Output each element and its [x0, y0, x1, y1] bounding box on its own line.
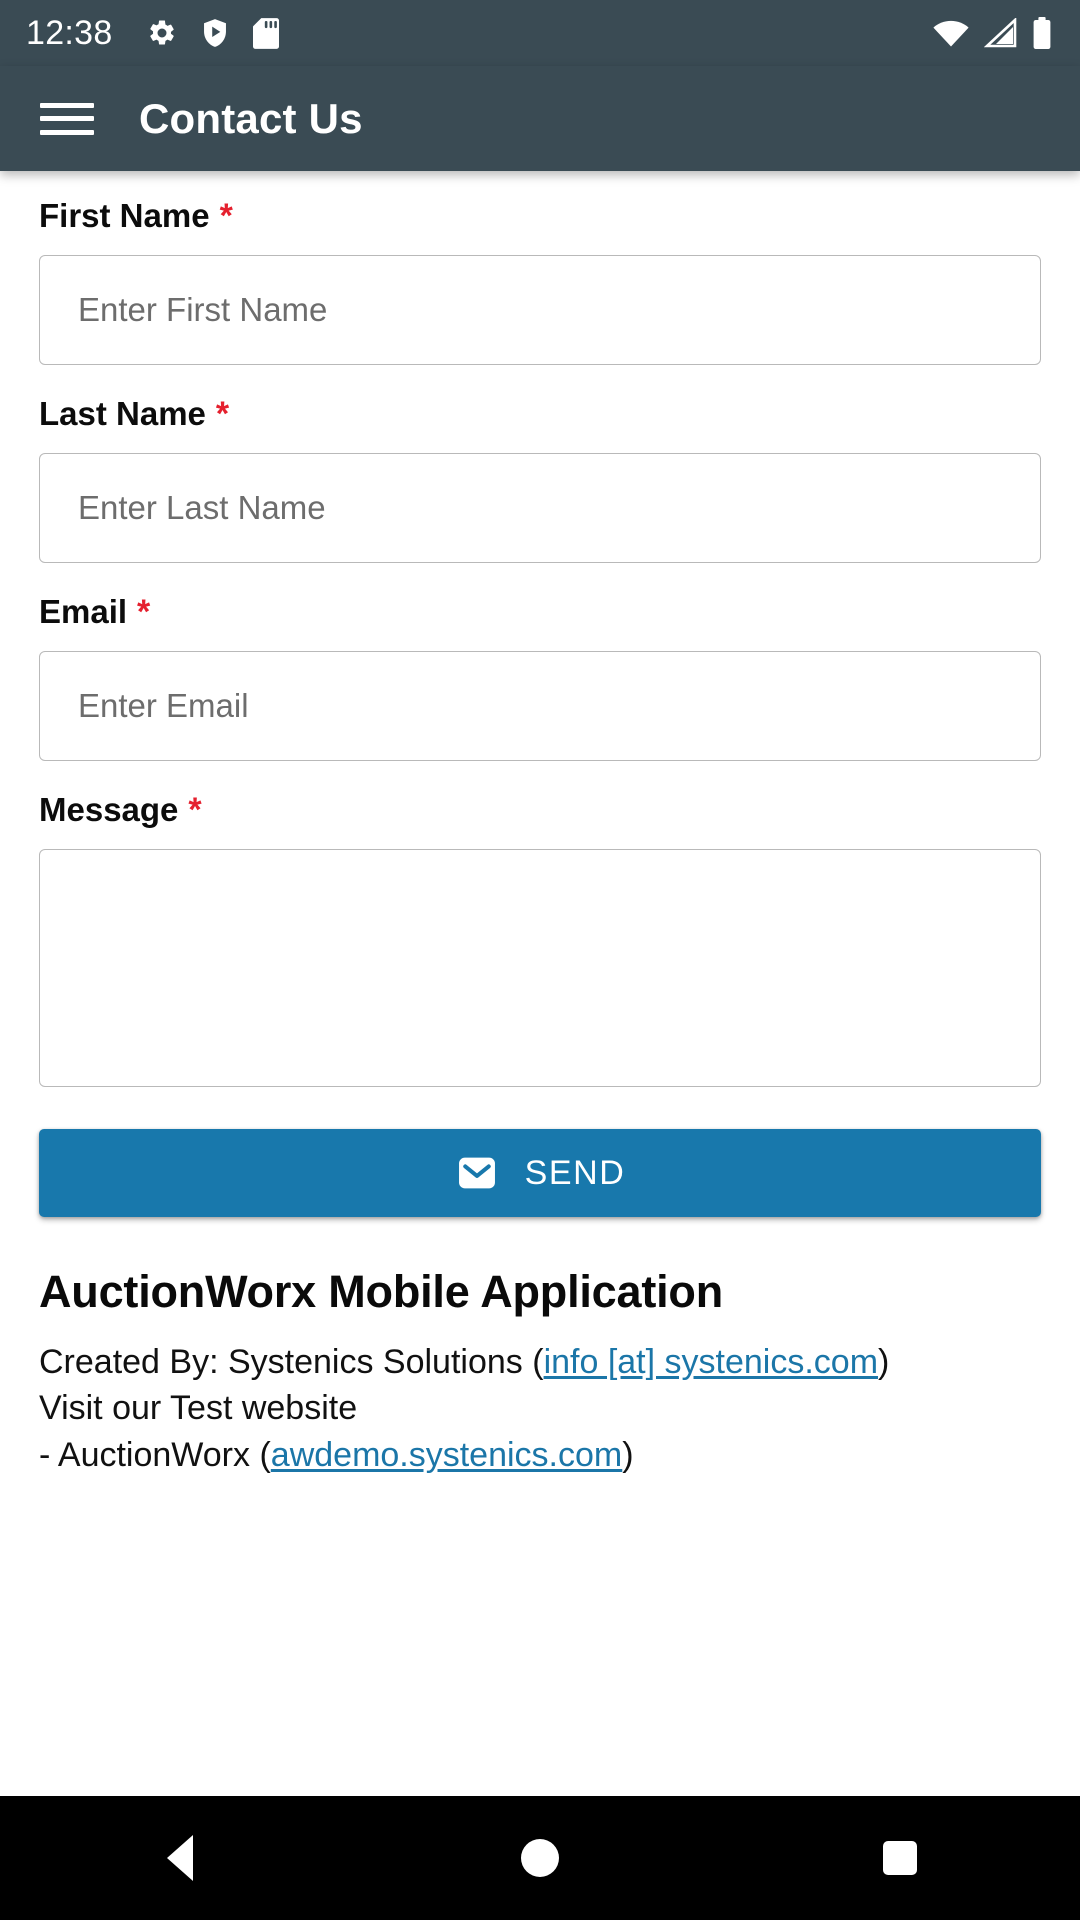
- last-name-label-text: Last Name: [39, 395, 206, 432]
- last-name-label: Last Name *: [39, 397, 1041, 431]
- system-navigation-bar: [0, 1796, 1080, 1920]
- email-label-text: Email: [39, 593, 128, 630]
- send-button[interactable]: SEND: [39, 1129, 1041, 1217]
- email-label: Email *: [39, 595, 1041, 629]
- field-group-last-name: Last Name *: [39, 397, 1041, 563]
- hamburger-menu-icon[interactable]: [40, 99, 94, 139]
- footer-text: Created By: Systenics Solutions (info [a…: [39, 1339, 1041, 1480]
- back-triangle-icon: [167, 1835, 193, 1881]
- top-spacer: [39, 171, 1041, 199]
- footer-title: AuctionWorx Mobile Application: [39, 1266, 723, 1317]
- site-prefix: - AuctionWorx (: [39, 1436, 271, 1475]
- back-button[interactable]: [105, 1796, 255, 1920]
- created-by-prefix: Created By: Systenics Solutions (: [39, 1342, 544, 1381]
- status-bar-clock: 12:38: [26, 14, 113, 52]
- first-name-label-text: First Name: [39, 197, 210, 234]
- recents-square-icon: [883, 1841, 917, 1875]
- field-group-email: Email *: [39, 595, 1041, 761]
- auctionworx-site-line: - AuctionWorx (awdemo.systenics.com): [39, 1432, 1041, 1479]
- contact-form-scroll-area[interactable]: First Name * Last Name * Email * Message: [0, 171, 1080, 1796]
- site-suffix: ): [622, 1436, 634, 1475]
- created-by-line: Created By: Systenics Solutions (info [a…: [39, 1339, 1041, 1386]
- wifi-icon: [933, 20, 969, 47]
- created-by-suffix: ): [878, 1342, 890, 1381]
- home-circle-icon: [521, 1839, 559, 1877]
- footer-info-block: AuctionWorx Mobile Application Created B…: [39, 1267, 1041, 1479]
- shield-play-icon: [203, 19, 226, 47]
- last-name-input[interactable]: [39, 453, 1041, 563]
- phone-screen: 12:38 Contact Us First Name * Enter Firs…: [0, 0, 1080, 1920]
- first-name-input[interactable]: [39, 255, 1041, 365]
- status-bar-system-icons: [932, 17, 1052, 49]
- cellular-signal-icon: [984, 18, 1017, 48]
- message-textarea[interactable]: [39, 849, 1041, 1087]
- hamburger-line: [40, 116, 94, 121]
- message-label-text: Message: [39, 791, 179, 828]
- first-name-label: First Name *: [39, 199, 1041, 233]
- home-button[interactable]: [465, 1796, 615, 1920]
- send-button-label: SEND: [524, 1154, 626, 1192]
- mail-envelope-icon: [458, 1157, 495, 1189]
- message-label: Message *: [39, 793, 1041, 827]
- recents-button[interactable]: [825, 1796, 975, 1920]
- field-group-message: Message *: [39, 793, 1041, 1087]
- required-asterisk: *: [188, 791, 202, 829]
- battery-icon: [1033, 17, 1051, 49]
- status-bar-notification-icons: [147, 17, 279, 49]
- app-bar: Contact Us: [0, 66, 1080, 171]
- required-asterisk: *: [215, 395, 230, 433]
- hamburger-line: [40, 102, 94, 108]
- field-group-first-name: First Name *: [39, 199, 1041, 365]
- status-bar: 12:38: [0, 0, 1080, 66]
- required-asterisk: *: [137, 593, 151, 631]
- email-input[interactable]: [39, 651, 1041, 761]
- awdemo-site-link[interactable]: awdemo.systenics.com: [271, 1436, 622, 1474]
- support-email-link[interactable]: info [at] systenics.com: [544, 1343, 878, 1381]
- visit-line: Visit our Test website: [39, 1389, 358, 1428]
- gear-icon: [149, 20, 174, 45]
- sd-card-icon: [252, 17, 279, 49]
- required-asterisk: *: [219, 197, 233, 235]
- page-title: Contact Us: [139, 94, 363, 142]
- hamburger-line: [40, 129, 94, 135]
